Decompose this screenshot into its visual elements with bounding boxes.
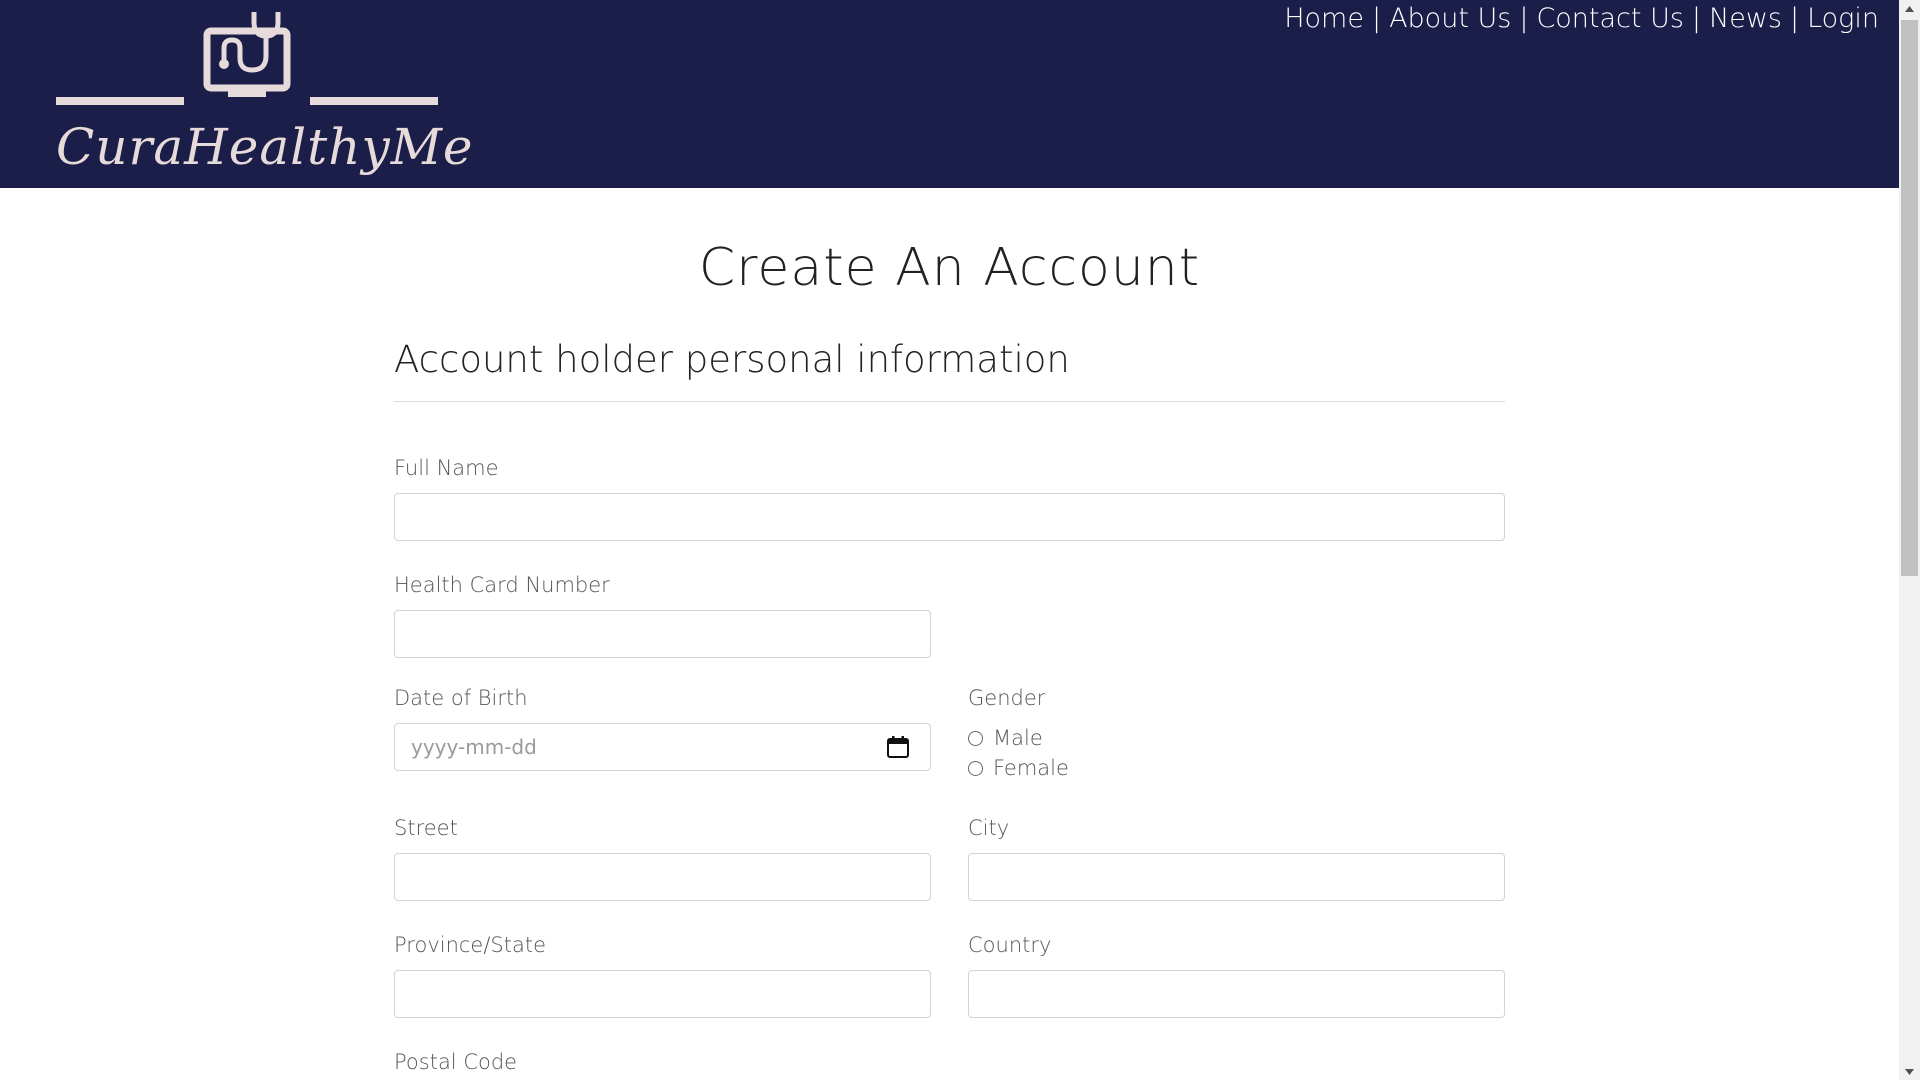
scrollbar-thumb[interactable] <box>1901 20 1918 576</box>
gender-label: Gender <box>968 686 1046 710</box>
nav-about-link[interactable]: About Us <box>1389 3 1511 34</box>
nav-separator: | <box>1519 2 1529 34</box>
calendar-icon[interactable] <box>886 735 910 759</box>
street-label: Street <box>394 816 458 840</box>
section-divider <box>394 401 1505 402</box>
logo[interactable]: CuraHealthyMe <box>56 8 474 180</box>
full-name-label: Full Name <box>394 456 499 480</box>
dob-label: Date of Birth <box>394 686 528 710</box>
nav-separator: | <box>1371 2 1382 34</box>
monitor-stethoscope-icon <box>56 12 438 105</box>
logo-text: CuraHealthyMe <box>56 118 474 176</box>
city-label: City <box>968 816 1010 840</box>
province-input[interactable] <box>394 970 931 1018</box>
female-label: Female <box>993 756 1069 780</box>
section-title: Account holder personal information <box>394 338 1070 381</box>
nav-separator: | <box>1691 2 1702 34</box>
chevron-up-icon[interactable] <box>1899 0 1920 17</box>
female-radio[interactable] <box>968 760 983 776</box>
nav-home-link[interactable]: Home <box>1284 3 1364 34</box>
postal-code-label: Postal Code <box>394 1050 518 1074</box>
province-label: Province/State <box>394 933 547 957</box>
nav-login-link[interactable]: Login <box>1807 3 1879 34</box>
page: CuraHealthyMe Home | About Us | Contact … <box>0 0 1920 1080</box>
nav-news-link[interactable]: News <box>1709 3 1782 34</box>
vertical-scrollbar[interactable] <box>1899 0 1920 1080</box>
gender-option-male[interactable]: Male <box>968 726 1043 750</box>
male-label: Male <box>993 726 1043 750</box>
chevron-down-icon[interactable] <box>1899 1063 1920 1080</box>
page-title: Create An Account <box>698 238 1201 298</box>
street-input[interactable] <box>394 853 931 901</box>
full-name-input[interactable] <box>394 493 1505 541</box>
country-label: Country <box>968 933 1052 957</box>
health-card-label: Health Card Number <box>394 573 610 597</box>
site-header: CuraHealthyMe Home | About Us | Contact … <box>0 0 1899 188</box>
country-input[interactable] <box>968 970 1505 1018</box>
health-card-input[interactable] <box>394 610 931 658</box>
gender-option-female[interactable]: Female <box>968 756 1069 780</box>
nav-contact-link[interactable]: Contact Us <box>1536 3 1683 34</box>
city-input[interactable] <box>968 853 1505 901</box>
top-nav: Home | About Us | Contact Us | News | Lo… <box>1284 0 1879 36</box>
male-radio[interactable] <box>968 730 983 746</box>
dob-input[interactable] <box>394 723 931 771</box>
nav-separator: | <box>1789 2 1800 34</box>
